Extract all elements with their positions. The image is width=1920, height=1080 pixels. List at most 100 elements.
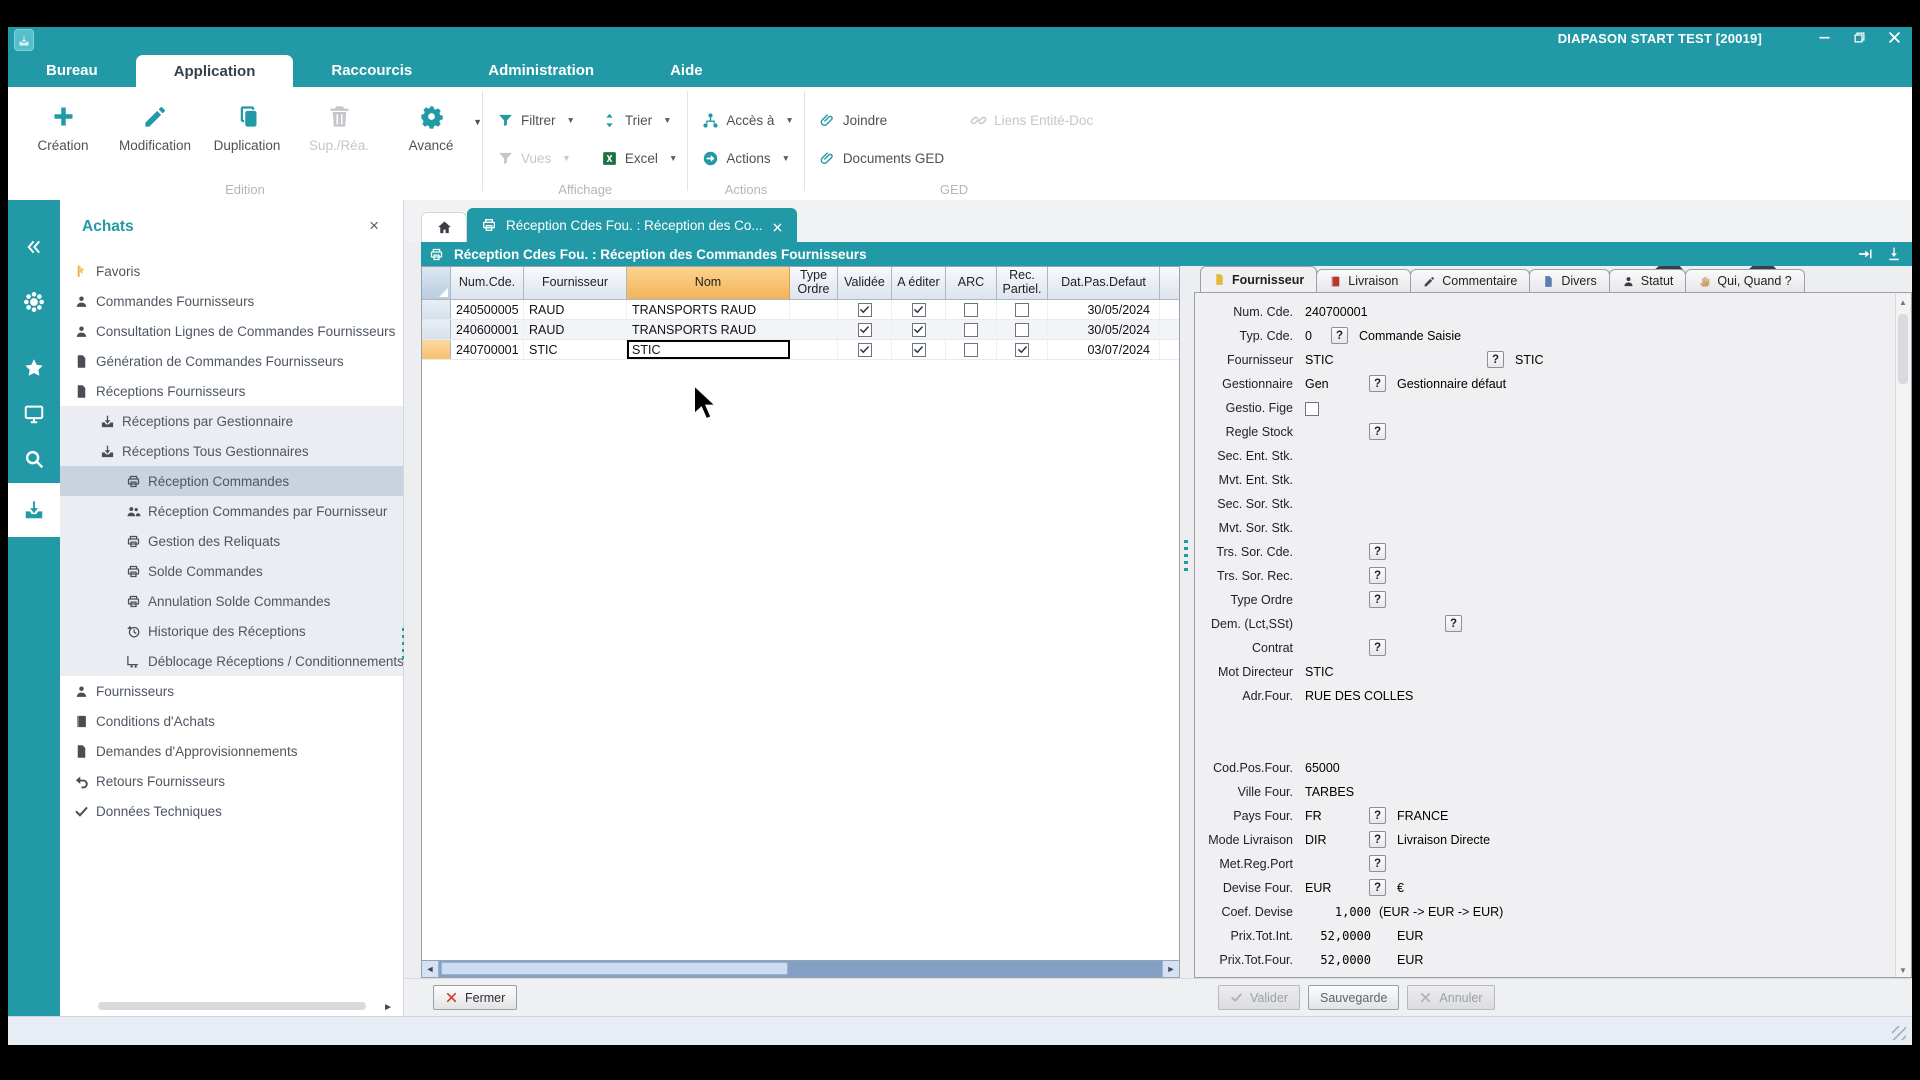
rail-item-search[interactable] bbox=[8, 437, 60, 481]
cell-rec_partiel[interactable] bbox=[997, 340, 1048, 359]
menu-tab-raccourcis[interactable]: Raccourcis bbox=[293, 53, 450, 87]
checkbox-unchecked[interactable] bbox=[1015, 303, 1029, 317]
column-header-arc[interactable]: ARC bbox=[946, 267, 997, 300]
rail-item-favorites[interactable] bbox=[8, 346, 60, 390]
detail-scrollbar[interactable]: ▲ ▼ bbox=[1895, 294, 1910, 978]
chevron-down-icon[interactable]: ▼ bbox=[562, 153, 570, 163]
table-row[interactable]: 240700001STICSTIC03/07/2024 bbox=[422, 340, 1179, 360]
detail-tab-fournisseur[interactable]: Fournisseur bbox=[1200, 266, 1317, 292]
chevron-down-icon[interactable]: ▼ bbox=[669, 153, 677, 163]
sauvegarde-button[interactable]: Sauvegarde bbox=[1308, 985, 1399, 1010]
sidebar-item-commandes-fournisseurs[interactable]: Commandes Fournisseurs bbox=[60, 286, 403, 316]
sidebar-item-retours-fournisseurs[interactable]: Retours Fournisseurs bbox=[60, 766, 403, 796]
column-header-dat-pas-defaut[interactable]: Dat.Pas.Defaut bbox=[1048, 267, 1160, 300]
checkbox-checked[interactable] bbox=[912, 303, 926, 317]
cell-validee[interactable] bbox=[838, 300, 892, 319]
lookup-help-button[interactable]: ? bbox=[1369, 423, 1386, 440]
cell-nom[interactable]: TRANSPORTS RAUD bbox=[627, 320, 790, 339]
ribbon-button-joindre[interactable]: Joindre bbox=[819, 105, 944, 135]
sidebar-item-solde-commandes[interactable]: Solde Commandes bbox=[60, 556, 403, 586]
detail-tab-divers[interactable]: Divers bbox=[1529, 269, 1609, 292]
checkbox-checked[interactable] bbox=[912, 323, 926, 337]
ribbon-button-cr-ation[interactable]: Création bbox=[22, 95, 104, 153]
rail-item-modules[interactable] bbox=[8, 280, 60, 324]
ribbon-button-actions[interactable]: Actions▼ bbox=[702, 143, 793, 173]
scroll-thumb[interactable] bbox=[1898, 314, 1908, 384]
cell-validee[interactable] bbox=[838, 320, 892, 339]
maximize-icon[interactable] bbox=[1852, 30, 1867, 45]
cell-num[interactable]: 240500005 bbox=[451, 300, 524, 319]
ribbon-button-documents-ged[interactable]: Documents GED bbox=[819, 143, 944, 173]
rail-item-desktop[interactable] bbox=[8, 392, 60, 436]
checkbox-checked[interactable] bbox=[858, 343, 872, 357]
column-header-a-diter[interactable]: A éditer bbox=[892, 267, 946, 300]
lookup-help-button[interactable]: ? bbox=[1369, 567, 1386, 584]
lookup-help-button[interactable]: ? bbox=[1369, 543, 1386, 560]
resize-grip[interactable] bbox=[1892, 1026, 1906, 1040]
checkbox-unchecked[interactable] bbox=[1015, 323, 1029, 337]
table-row[interactable]: 240500005RAUDTRANSPORTS RAUD 30/05/2024 bbox=[422, 300, 1179, 320]
scroll-right-icon[interactable]: ► bbox=[1162, 961, 1179, 977]
sidebar-scrollbar[interactable] bbox=[98, 1002, 366, 1010]
menu-tab-administration[interactable]: Administration bbox=[450, 53, 632, 87]
lookup-help-button[interactable]: ? bbox=[1369, 591, 1386, 608]
table-row[interactable]: 240600001RAUDTRANSPORTS RAUD30/05/2024 bbox=[422, 320, 1179, 340]
lookup-help-button[interactable]: ? bbox=[1369, 639, 1386, 656]
document-tab[interactable]: Réception Cdes Fou. : Réception des Co..… bbox=[467, 208, 797, 242]
detail-tab-commentaire[interactable]: Commentaire bbox=[1410, 269, 1530, 292]
chevron-down-icon[interactable]: ▼ bbox=[782, 153, 790, 163]
sidebar-item-generation-de-commandes-fournisseurs[interactable]: Génération de Commandes Fournisseurs bbox=[60, 346, 403, 376]
cell-nom[interactable]: TRANSPORTS RAUD bbox=[627, 300, 790, 319]
checkbox-unchecked[interactable] bbox=[1305, 402, 1319, 416]
detail-tab-statut[interactable]: Statut bbox=[1609, 269, 1687, 292]
cell-date[interactable]: 30/05/2024 bbox=[1048, 300, 1160, 319]
cell-fournisseur[interactable]: RAUD bbox=[524, 320, 627, 339]
cell-a_editer[interactable] bbox=[892, 300, 946, 319]
ribbon-button-trier[interactable]: Trier▼ bbox=[601, 105, 677, 135]
home-tab[interactable] bbox=[421, 212, 467, 242]
cell-fournisseur[interactable]: RAUD bbox=[524, 300, 627, 319]
rail-item-collapse[interactable] bbox=[8, 225, 60, 269]
column-header-num-cde-[interactable]: Num.Cde. bbox=[451, 267, 524, 300]
lookup-help-button[interactable]: ? bbox=[1331, 327, 1348, 344]
cell-arc[interactable] bbox=[946, 300, 997, 319]
sidebar-item-consultation-lignes-de-commandes-fournisseurs[interactable]: Consultation Lignes de Commandes Fournis… bbox=[60, 316, 403, 346]
chevron-down-icon[interactable]: ▼ bbox=[785, 115, 793, 125]
ribbon-button-modification[interactable]: Modification bbox=[114, 95, 196, 153]
scroll-down-icon[interactable]: ▼ bbox=[1896, 962, 1910, 978]
scroll-up-icon[interactable]: ▲ bbox=[1896, 294, 1910, 310]
lookup-help-button[interactable]: ? bbox=[1369, 375, 1386, 392]
lookup-help-button[interactable]: ? bbox=[1369, 807, 1386, 824]
column-header-nom[interactable]: Nom bbox=[627, 267, 790, 300]
detail-tab-livraison[interactable]: Livraison bbox=[1316, 269, 1411, 292]
sidebar-item-reception-commandes[interactable]: Réception Commandes bbox=[60, 466, 403, 496]
checkbox-checked[interactable] bbox=[912, 343, 926, 357]
lookup-help-button[interactable]: ? bbox=[1369, 831, 1386, 848]
sidebar-item-deblocage-receptions-conditionnements[interactable]: Déblocage Réceptions / Conditionnements bbox=[60, 646, 403, 676]
chevron-down-icon[interactable]: ▼ bbox=[663, 115, 671, 125]
select-all-corner[interactable] bbox=[422, 267, 451, 300]
menu-tab-bureau[interactable]: Bureau bbox=[8, 53, 136, 87]
scroll-track[interactable] bbox=[439, 961, 1162, 977]
table-hscrollbar[interactable]: ◄► bbox=[422, 960, 1179, 977]
column-header-type[interactable]: TypeOrdre bbox=[790, 267, 838, 300]
ribbon-button-excel[interactable]: Excel▼ bbox=[601, 143, 677, 173]
menu-tab-aide[interactable]: Aide bbox=[632, 53, 741, 87]
close-icon[interactable] bbox=[1887, 30, 1902, 45]
sidebar-item-receptions-par-gestionnaire[interactable]: Réceptions par Gestionnaire bbox=[60, 406, 403, 436]
rail-item-receptions[interactable] bbox=[8, 483, 60, 537]
sidebar-item-fournisseurs[interactable]: Fournisseurs bbox=[60, 676, 403, 706]
lookup-help-button[interactable]: ? bbox=[1445, 615, 1462, 632]
cell-fournisseur[interactable]: STIC bbox=[524, 340, 627, 359]
sidebar-item-demandes-d-approvisionnements[interactable]: Demandes d'Approvisionnements bbox=[60, 736, 403, 766]
sidebar-item-donnees-techniques[interactable]: Données Techniques bbox=[60, 796, 403, 826]
sidebar-item-historique-des-receptions[interactable]: Historique des Réceptions bbox=[60, 616, 403, 646]
ribbon-button-duplication[interactable]: Duplication bbox=[206, 95, 288, 153]
cell-arc[interactable] bbox=[946, 340, 997, 359]
checkbox-unchecked[interactable] bbox=[964, 323, 978, 337]
checkbox-checked[interactable] bbox=[858, 303, 872, 317]
sidebar-scroll-right-icon[interactable]: ► bbox=[383, 1002, 393, 1013]
cell-num[interactable]: 240600001 bbox=[451, 320, 524, 339]
chevron-down-icon[interactable]: ▼ bbox=[473, 117, 482, 127]
cell-date[interactable]: 03/07/2024 bbox=[1048, 340, 1160, 359]
